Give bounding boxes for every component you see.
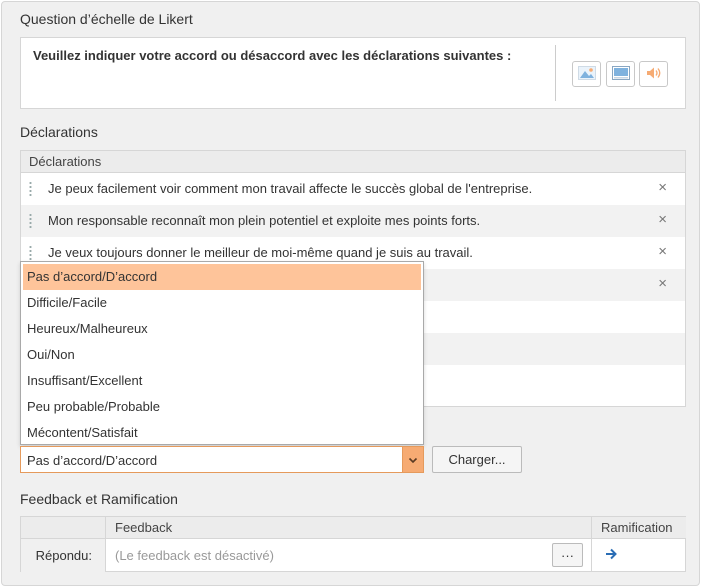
insert-audio-button[interactable] (639, 61, 668, 87)
delete-icon[interactable]: × (658, 275, 667, 292)
image-icon (577, 65, 596, 83)
audio-icon (645, 66, 663, 83)
scale-select-value: Pas d’accord/D’accord (27, 453, 158, 468)
insert-video-button[interactable] (606, 61, 635, 87)
scale-option[interactable]: Heureux/Malheureux (21, 316, 423, 342)
scale-option[interactable]: Oui/Non (21, 342, 423, 368)
question-box[interactable]: Veuillez indiquer votre accord ou désacc… (20, 37, 686, 109)
scale-option[interactable]: Peu probable/Probable (21, 394, 423, 420)
more-options-button[interactable]: ··· (552, 543, 583, 567)
scale-option[interactable]: Insuffisant/Excellent (21, 368, 423, 394)
load-button[interactable]: Charger... (432, 446, 522, 473)
statement-text[interactable]: Je peux facilement voir comment mon trav… (48, 181, 532, 196)
drag-handle-icon[interactable] (29, 181, 32, 197)
scale-option[interactable]: Difficile/Facile (21, 290, 423, 316)
question-prompt: Veuillez indiquer votre accord ou désacc… (33, 48, 512, 63)
divider (555, 45, 556, 101)
chevron-down-icon (408, 452, 418, 467)
drag-handle-icon[interactable] (29, 213, 32, 229)
scale-option[interactable]: Mécontent/Satisfait (21, 420, 423, 446)
question-section-title: Question d’échelle de Likert (20, 11, 193, 27)
statement-row[interactable]: Je peux facilement voir comment mon trav… (21, 173, 685, 205)
statements-column-header: Déclarations (21, 151, 685, 173)
scale-select[interactable]: Pas d’accord/D’accord (20, 446, 424, 473)
feedback-placeholder[interactable]: (Le feedback est désactivé) (115, 539, 274, 572)
branching-header: Ramification (591, 517, 686, 539)
feedback-header: Feedback (105, 517, 591, 539)
feedback-section-title: Feedback et Ramification (20, 491, 178, 507)
arrow-right-icon[interactable] (605, 548, 618, 563)
drag-handle-icon[interactable] (29, 245, 32, 261)
delete-icon[interactable]: × (658, 211, 667, 228)
empty-header-cell (21, 517, 105, 539)
insert-image-button[interactable] (572, 61, 601, 87)
likert-editor-panel: Question d’échelle de Likert Veuillez in… (1, 1, 700, 586)
feedback-table: Feedback Ramification Répondu: (Le feedb… (20, 516, 686, 572)
video-icon (611, 65, 630, 83)
scale-dropdown-list[interactable]: Pas d’accord/D’accord Difficile/Facile H… (20, 261, 424, 445)
statement-text[interactable]: Je veux toujours donner le meilleur de m… (48, 245, 473, 260)
statement-text[interactable]: Mon responsable reconnaît mon plein pote… (48, 213, 480, 228)
delete-icon[interactable]: × (658, 179, 667, 196)
row-label: Répondu: (21, 539, 105, 572)
dropdown-toggle-button[interactable] (402, 446, 424, 473)
scale-option[interactable]: Pas d’accord/D’accord (23, 264, 421, 290)
statements-section-title: Déclarations (20, 124, 98, 140)
delete-icon[interactable]: × (658, 243, 667, 260)
statement-row[interactable]: Mon responsable reconnaît mon plein pote… (21, 205, 685, 237)
